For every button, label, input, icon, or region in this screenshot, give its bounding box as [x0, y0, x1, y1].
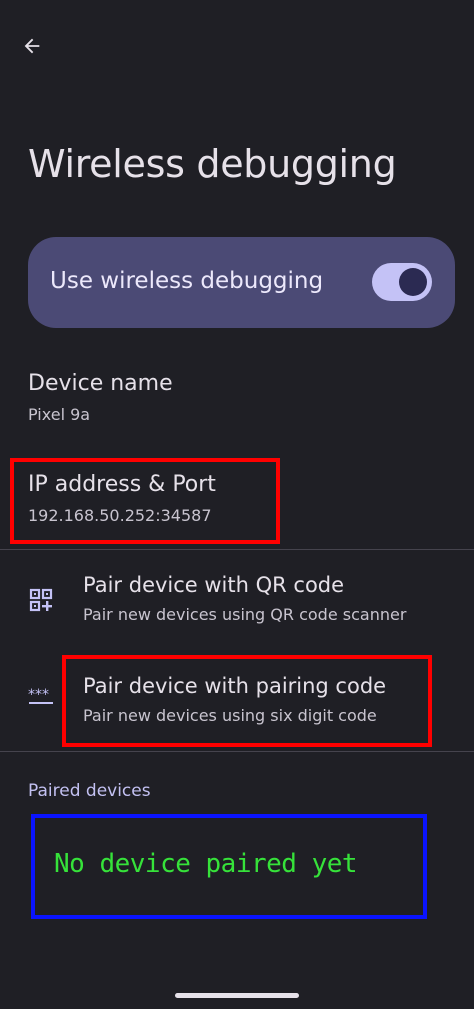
password-dots-icon: *** [28, 684, 54, 710]
ip-address-highlight-box [10, 458, 280, 544]
device-name-item[interactable]: Device name Pixel 9a [28, 371, 173, 424]
qr-code-scanner-icon [28, 587, 54, 613]
pairing-code-highlight-box [62, 655, 432, 747]
device-name-title: Device name [28, 371, 173, 396]
switch-thumb [399, 268, 427, 296]
divider [0, 751, 474, 752]
arrow-back-icon [24, 38, 40, 54]
divider [0, 549, 474, 550]
pair-qr-title: Pair device with QR code [83, 573, 345, 597]
paired-devices-header: Paired devices [28, 781, 151, 801]
svg-text:***: *** [28, 687, 49, 703]
wireless-debugging-switch[interactable] [372, 263, 432, 301]
no-device-paired-message: No device paired yet [54, 849, 358, 879]
device-name-value: Pixel 9a [28, 405, 91, 424]
use-wireless-debugging-toggle-card[interactable]: Use wireless debugging [28, 237, 455, 328]
gesture-nav-handle[interactable] [175, 993, 299, 998]
back-button[interactable] [14, 28, 50, 64]
toggle-label: Use wireless debugging [50, 268, 324, 294]
page-title: Wireless debugging [28, 142, 397, 186]
pair-qr-code-item[interactable]: Pair device with QR code Pair new device… [0, 566, 474, 646]
pair-qr-subtitle: Pair new devices using QR code scanner [83, 605, 407, 624]
